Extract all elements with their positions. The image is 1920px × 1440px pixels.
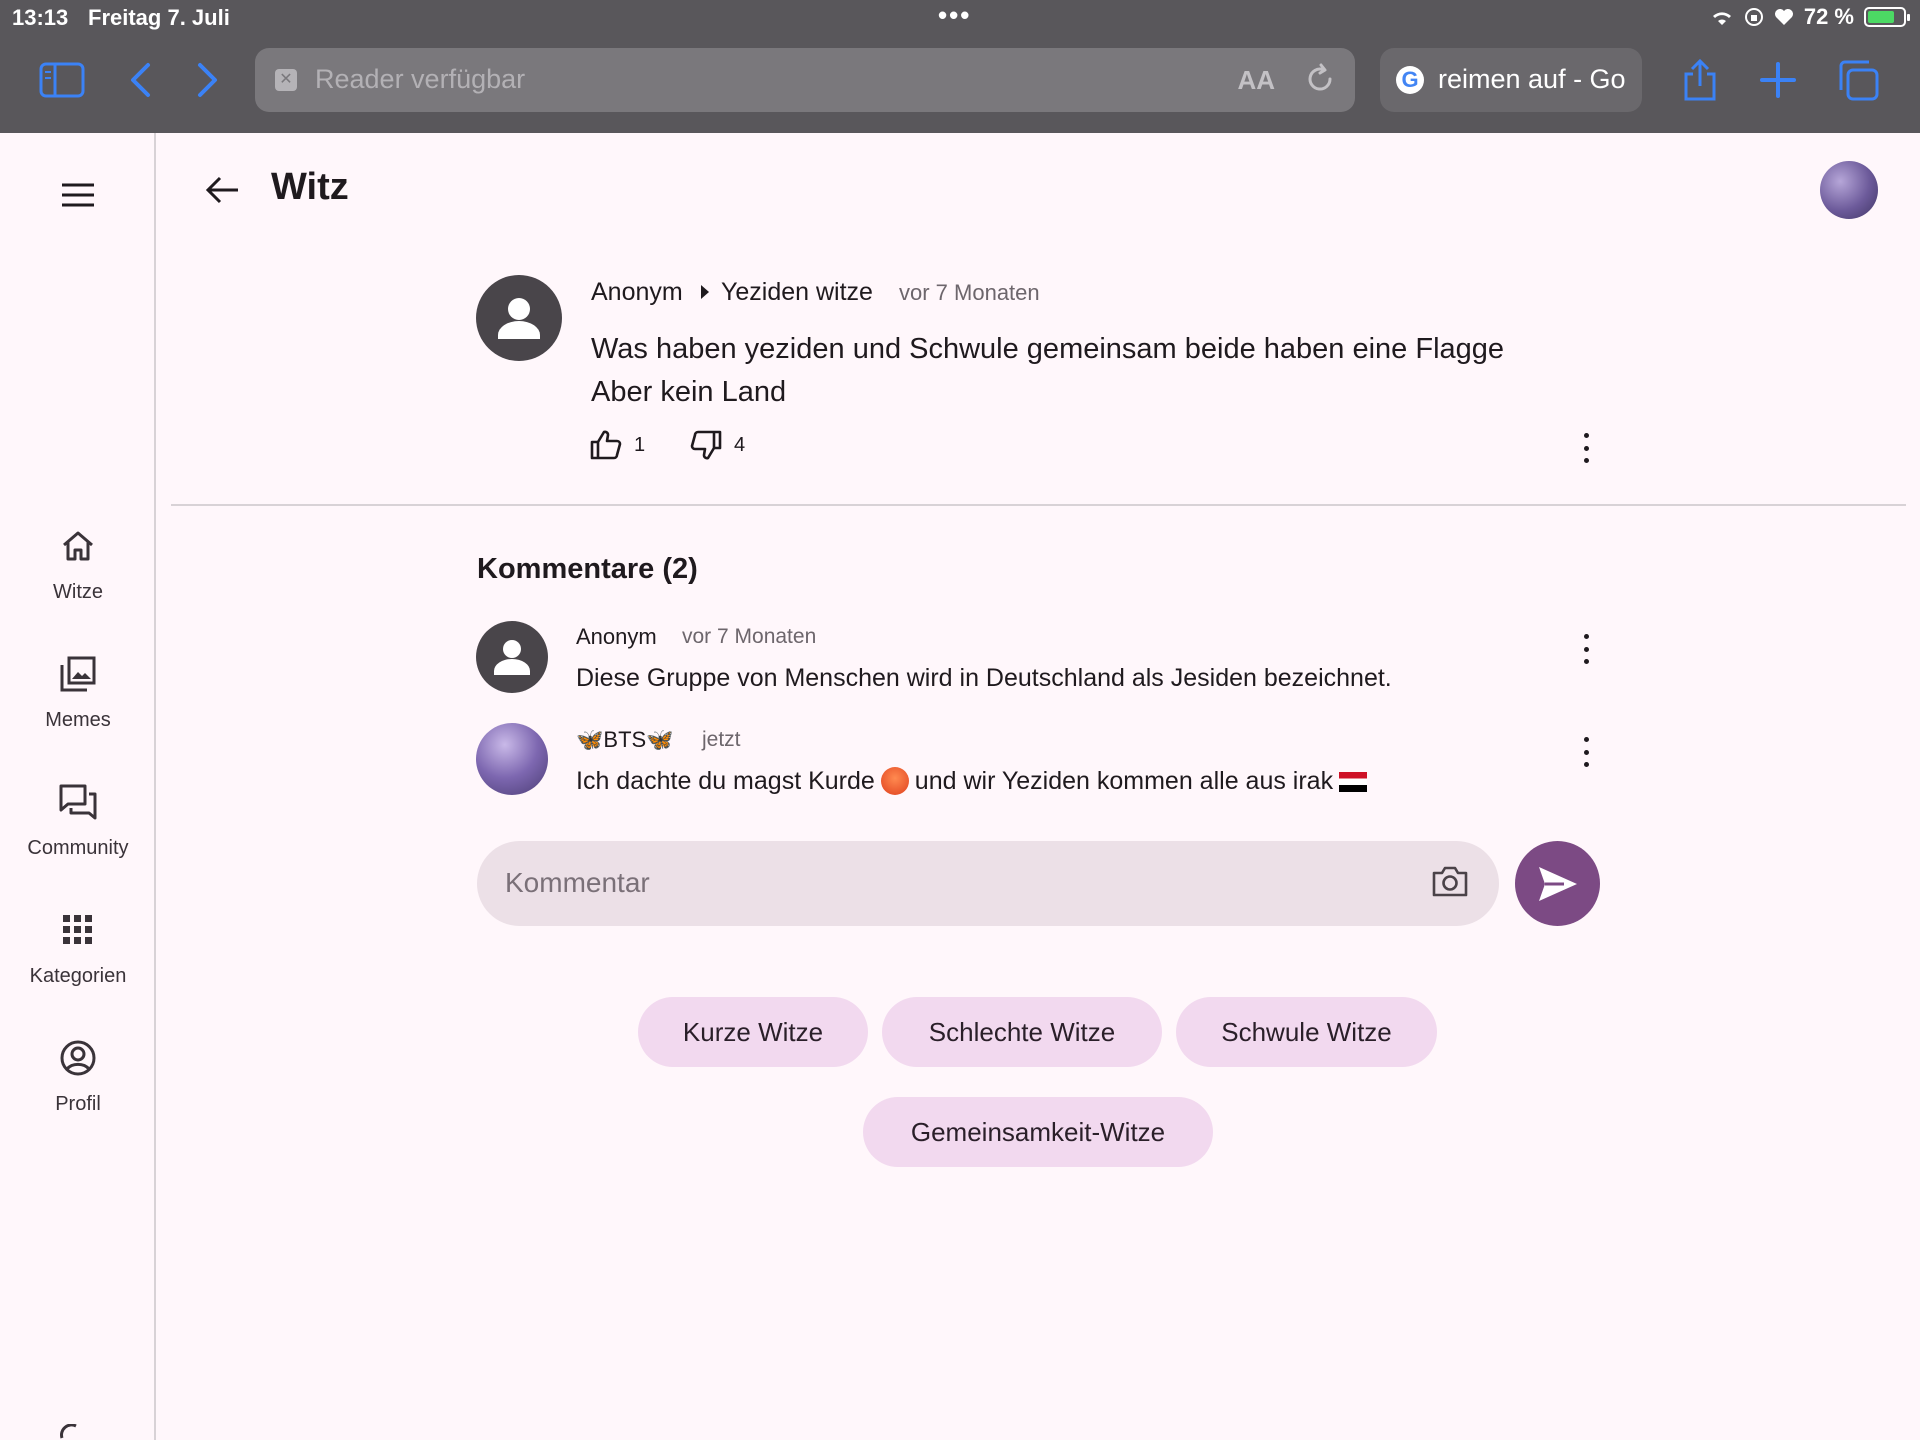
second-tab-title: reimen auf - Go — [1438, 64, 1626, 94]
thumb-up-icon — [590, 430, 622, 460]
post-more-icon[interactable] — [1580, 433, 1592, 463]
chat-icon — [0, 777, 156, 827]
second-tab[interactable]: G reimen auf - Go — [1380, 48, 1642, 112]
tabs-overview-icon[interactable] — [1834, 56, 1882, 104]
new-tab-icon[interactable] — [1754, 56, 1802, 104]
dislike-button[interactable]: 4 — [690, 430, 745, 460]
reload-icon[interactable] — [1303, 62, 1337, 101]
sidebar-item-profil[interactable]: Profil — [0, 1033, 156, 1116]
tag-chip-gemeinsamkeit-witze[interactable]: Gemeinsamkeit-Witze — [863, 1097, 1213, 1167]
forward-chevron-icon[interactable] — [184, 56, 232, 104]
battery-icon — [1864, 7, 1910, 27]
address-bar[interactable]: ✕ Reader verfügbar AA — [255, 48, 1355, 112]
sidebar-toggle-icon[interactable] — [38, 56, 86, 104]
comment-text-part: und wir Yeziden kommen alle aus irak — [914, 767, 1334, 795]
post-author-avatar[interactable] — [476, 275, 562, 361]
sidebar-item-label: Kategorien — [29, 965, 127, 987]
heart-icon — [1774, 9, 1793, 25]
iraq-flag-emoji-icon — [1339, 772, 1368, 792]
grid-icon — [0, 905, 156, 955]
back-arrow-icon[interactable] — [200, 168, 244, 212]
user-avatar[interactable] — [1820, 161, 1878, 219]
comment-text: Diese Gruppe von Menschen wird in Deutsc… — [576, 664, 1392, 692]
multitasking-dots-icon[interactable]: ••• — [938, 0, 971, 31]
comment-timestamp: jetzt — [702, 728, 741, 751]
page-title: Witz — [271, 166, 349, 208]
comment-author[interactable]: Anonym — [576, 624, 657, 650]
sidebar-item-label: Memes — [45, 709, 111, 731]
tag-chip-kurze-witze[interactable]: Kurze Witze — [638, 997, 868, 1067]
comment-author-avatar[interactable] — [476, 621, 548, 693]
sidebar-item-label: Witze — [53, 581, 103, 603]
divider — [171, 504, 1906, 506]
comment-timestamp: vor 7 Monaten — [682, 625, 817, 648]
sidebar-item-memes[interactable]: Memes — [0, 649, 156, 732]
account-circle-icon — [0, 1033, 156, 1083]
sidebar-item-label: Profil — [55, 1093, 101, 1115]
comment-text: Ich dachte du magst Kurde und wir Yeziden… — [576, 767, 1368, 796]
breadcrumb-arrow-icon — [701, 285, 709, 299]
comments-title: Kommentare (2) — [477, 553, 698, 585]
reader-icon[interactable]: ✕ — [275, 69, 297, 91]
thumb-down-icon — [690, 430, 722, 460]
post-timestamp: vor 7 Monaten — [899, 280, 1040, 305]
text-size-button[interactable]: AA — [1237, 65, 1275, 96]
menu-icon[interactable] — [56, 173, 100, 217]
sidebar-item-community[interactable]: Community — [0, 777, 156, 860]
sidebar-nav: Witze Memes Community Kategorien Profil — [0, 133, 156, 1440]
address-text: Reader verfügbar — [315, 64, 526, 94]
status-indicators: 72 % — [1710, 4, 1910, 30]
image-gallery-icon — [0, 649, 156, 699]
comment-input-box — [477, 841, 1499, 926]
send-button[interactable] — [1515, 841, 1600, 926]
back-chevron-icon[interactable] — [116, 56, 164, 104]
battery-percent: 72 % — [1803, 4, 1854, 29]
wifi-icon — [1712, 12, 1731, 25]
like-button[interactable]: 1 — [590, 430, 645, 460]
send-icon — [1538, 866, 1577, 901]
angry-face-emoji-icon — [880, 767, 909, 795]
comment-input[interactable] — [505, 859, 1385, 907]
comment-author[interactable]: 🦋BTS🦋 — [576, 727, 674, 753]
like-count: 1 — [634, 433, 646, 456]
google-icon: G — [1396, 66, 1424, 94]
browser-toolbar: 13:13 Freitag 7. Juli ••• 72 % ✕ Reader … — [0, 0, 1920, 133]
comment-author-avatar[interactable] — [476, 723, 548, 795]
home-icon — [0, 521, 156, 571]
sidebar-item-witze[interactable]: Witze — [0, 521, 156, 604]
share-icon[interactable] — [1676, 56, 1724, 104]
sidebar-item-label: Community — [27, 837, 129, 859]
orientation-lock-icon — [1744, 8, 1763, 26]
comment-more-icon[interactable] — [1580, 634, 1592, 664]
status-time: 13:13 — [12, 5, 69, 30]
dislike-count: 4 — [734, 433, 746, 456]
post-text: Was haben yeziden und Schwule gemeinsam … — [591, 333, 1505, 408]
camera-icon[interactable] — [1431, 863, 1469, 904]
tag-chip-schwule-witze[interactable]: Schwule Witze — [1176, 997, 1437, 1067]
theme-toggle-icon[interactable] — [60, 1423, 80, 1440]
post-category-link[interactable]: Yeziden witze — [721, 278, 873, 307]
comment-more-icon[interactable] — [1580, 737, 1592, 767]
tag-chip-schlechte-witze[interactable]: Schlechte Witze — [882, 997, 1162, 1067]
sidebar-item-kategorien[interactable]: Kategorien — [0, 905, 156, 988]
status-date: Freitag 7. Juli — [88, 5, 230, 30]
comment-text-part: Ich dachte du magst Kurde — [576, 767, 875, 795]
status-bar: 13:13 Freitag 7. Juli ••• 72 % — [0, 0, 1920, 34]
post-author[interactable]: Anonym — [591, 278, 683, 307]
